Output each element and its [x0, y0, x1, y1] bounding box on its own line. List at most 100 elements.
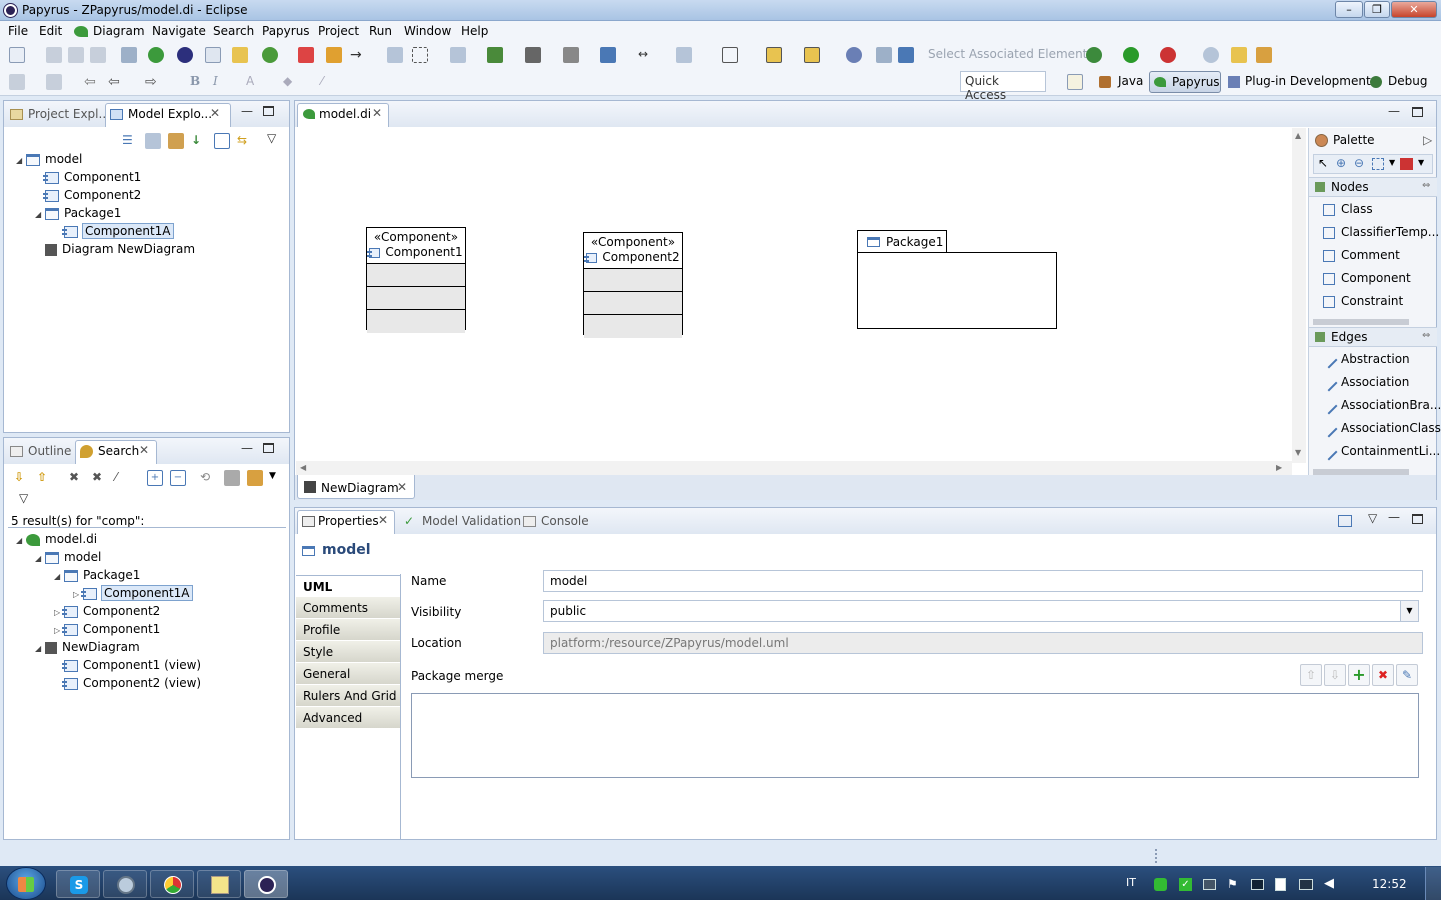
quick-access-input[interactable]: Quick Access [960, 71, 1046, 102]
search-history-icon[interactable] [247, 470, 263, 486]
minimize-button[interactable]: – [1335, 1, 1363, 18]
palette-tool[interactable]: ContainmentLi... [1320, 443, 1440, 460]
maximize-editor-icon[interactable] [1412, 107, 1423, 117]
tree-view-icon[interactable] [145, 133, 161, 149]
menu-help[interactable]: Help [461, 24, 488, 38]
zoom-in-icon[interactable]: ⊕ [1336, 156, 1346, 170]
tool-icon[interactable] [1256, 47, 1272, 63]
back-icon[interactable]: ⇦ [84, 74, 100, 90]
properties-section-tab[interactable]: General [296, 663, 400, 685]
minimize-editor-icon[interactable]: — [1388, 104, 1400, 118]
properties-section-tab[interactable]: Advanced [296, 707, 400, 729]
external-tools-icon[interactable] [1160, 47, 1176, 63]
prev-icon[interactable]: ⇦ [108, 74, 124, 90]
expanded-arrow-icon[interactable]: ◢ [35, 550, 45, 568]
properties-section-tab[interactable]: Comments [296, 597, 400, 619]
chevron-down-icon[interactable]: ▼ [1400, 601, 1418, 621]
menu-diagram[interactable]: Diagram [93, 24, 145, 38]
refresh-search-icon[interactable]: ⟲ [200, 470, 216, 486]
tree-item[interactable]: ◢ model.di [16, 530, 97, 548]
package-merge-list[interactable] [411, 693, 1419, 778]
refresh-icon[interactable] [262, 47, 278, 63]
collapse-all-icon[interactable] [214, 133, 230, 149]
nested-compartment[interactable] [584, 315, 682, 338]
palette-tool[interactable]: AssociationClass [1320, 420, 1441, 437]
validate-icon[interactable] [846, 47, 862, 63]
zoom-fit-icon[interactable] [722, 47, 738, 63]
pin-view-icon[interactable] [1338, 515, 1352, 527]
fill-color-icon[interactable]: ◆ [283, 74, 299, 90]
taskbar-notes[interactable] [197, 870, 241, 898]
tray-flag-icon[interactable]: ⚑ [1227, 877, 1238, 891]
tab-model-validation[interactable]: Model Validation [422, 514, 521, 528]
properties-section-tab[interactable]: UML [296, 575, 400, 597]
menu-file[interactable]: File [8, 24, 28, 38]
scroll-left-icon[interactable]: ◀ [300, 463, 306, 472]
expanded-arrow-icon[interactable]: ◢ [16, 152, 26, 170]
properties-section-tab[interactable]: Rulers And Grid [296, 685, 400, 707]
maximize-view-icon[interactable] [263, 443, 274, 453]
menu-search[interactable]: Search [213, 24, 254, 38]
tree-item[interactable]: ▷ Component1A [73, 584, 193, 602]
palette-tool[interactable]: Component [1323, 271, 1411, 285]
expanded-arrow-icon[interactable]: ◢ [35, 206, 45, 224]
start-button[interactable] [6, 867, 46, 900]
palette-tool[interactable]: Constraint [1323, 294, 1403, 308]
taskbar-chrome[interactable] [150, 870, 194, 898]
distribute-icon[interactable] [487, 47, 503, 63]
tray-icon-monitor[interactable] [1203, 879, 1216, 890]
remove-all-icon[interactable]: ✖ [92, 470, 108, 486]
close-tab-icon[interactable]: ✕ [139, 443, 149, 457]
tray-icon-display[interactable] [1251, 879, 1264, 890]
perspective-papyrus-active[interactable]: Papyrus [1149, 71, 1221, 93]
volume-icon[interactable]: ◀ [1324, 876, 1334, 891]
remove-match-icon[interactable]: ✖ [69, 470, 85, 486]
tree-item[interactable]: Component2 (view) [54, 674, 201, 692]
tree-item[interactable]: ◢ model [35, 548, 101, 566]
close-button[interactable]: ✕ [1391, 1, 1437, 18]
close-tab-icon[interactable]: ✕ [397, 480, 407, 494]
debug-icon[interactable] [1086, 47, 1102, 63]
perspective-java[interactable]: Java [1118, 74, 1143, 88]
open-perspective-icon[interactable] [1067, 74, 1083, 90]
scroll-up-icon[interactable]: ▲ [1295, 131, 1301, 140]
marquee-icon[interactable] [1372, 158, 1384, 170]
name-field[interactable]: model [543, 570, 1423, 592]
align-icon[interactable] [450, 47, 466, 63]
tab-outline[interactable]: Outline [28, 444, 71, 458]
web-icon[interactable] [1203, 47, 1219, 63]
expanded-arrow-icon[interactable]: ◢ [54, 568, 64, 586]
pin-drawer-icon[interactable]: ⇔ [1422, 330, 1430, 341]
properties-section-tab[interactable]: Profile [296, 619, 400, 641]
save-all-icon[interactable] [68, 47, 84, 63]
edit-button[interactable]: ✎ [1396, 664, 1418, 686]
open-folder-icon[interactable] [1231, 47, 1247, 63]
font-color-icon[interactable]: A [246, 74, 262, 90]
new-icon[interactable] [9, 47, 25, 63]
print-icon[interactable] [90, 47, 106, 63]
properties-section-tab[interactable]: Style [296, 641, 400, 663]
tab-search[interactable]: Search [98, 444, 139, 458]
palette-tool[interactable]: Class [1323, 202, 1373, 216]
visibility-select[interactable]: public ▼ [543, 600, 1419, 622]
tray-icon-device[interactable] [1275, 878, 1286, 891]
network-icon[interactable] [1299, 879, 1313, 890]
pin-drawer-icon[interactable]: ⇔ [1422, 180, 1430, 191]
next-icon[interactable]: ⇨ [145, 74, 161, 90]
diagram-tab-label[interactable]: NewDiagram [321, 481, 399, 495]
menu-edit[interactable]: Edit [39, 24, 62, 38]
next-match-icon[interactable]: ⇩ [14, 470, 30, 486]
close-tab-icon[interactable]: ✕ [378, 513, 388, 527]
menu-window[interactable]: Window [404, 24, 451, 38]
palette-tool[interactable]: Association [1320, 374, 1409, 391]
perspective-debug[interactable]: Debug [1388, 74, 1427, 88]
horizontal-scrollbar[interactable]: ◀ ▶ [296, 461, 1292, 475]
tree-item[interactable]: Diagram NewDiagram [35, 240, 195, 258]
view-menu-icon[interactable]: ▽ [19, 491, 28, 505]
palette-tool[interactable]: Comment [1323, 248, 1400, 262]
tree-item[interactable]: Component1 (view) [54, 656, 201, 674]
sync-icon[interactable] [326, 47, 342, 63]
language-indicator[interactable]: IT [1126, 876, 1136, 889]
attributes-compartment[interactable] [584, 269, 682, 292]
palette-collapse-icon[interactable]: ▷ [1423, 133, 1432, 147]
